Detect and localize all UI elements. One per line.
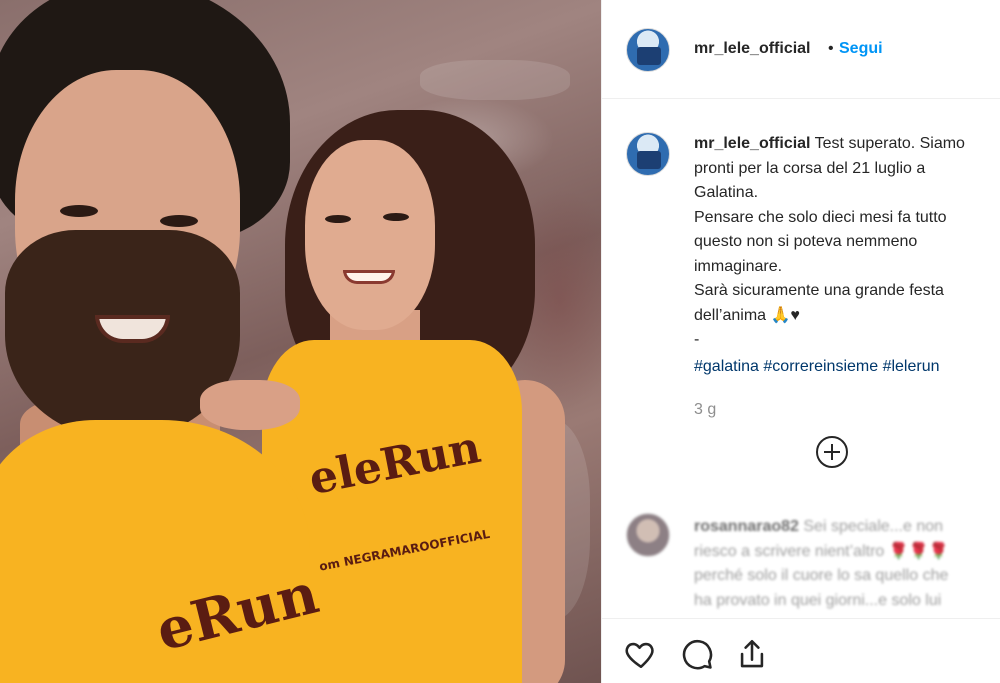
wall-texture — [420, 60, 570, 100]
comment-body: rosannarao82 Sei speciale...e non riesco… — [694, 515, 1000, 613]
hashtag-link[interactable]: #galatina — [694, 358, 759, 375]
header-username[interactable]: mr_lele_official — [694, 40, 811, 58]
woman-eye — [383, 213, 409, 221]
follow-button[interactable]: Segui — [839, 40, 883, 58]
post-header: mr_lele_official • Segui — [602, 0, 1000, 99]
comment-username[interactable]: rosannarao82 — [694, 518, 799, 535]
woman-eye — [325, 215, 351, 223]
woman-hand — [200, 380, 300, 430]
commenter-avatar[interactable] — [626, 513, 670, 557]
comment-item: rosannarao82 Sei speciale...e non riesco… — [602, 505, 1000, 615]
post-timestamp[interactable]: 3 g — [694, 401, 716, 419]
caption-username[interactable]: mr_lele_official — [694, 135, 811, 152]
woman-smile — [343, 270, 395, 284]
man-eye — [60, 205, 98, 217]
comment-icon[interactable] — [680, 637, 714, 671]
post-sidebar: mr_lele_official • Segui mr_lele_officia… — [601, 0, 1000, 683]
caption-avatar[interactable] — [626, 132, 670, 176]
action-bar — [602, 618, 1000, 683]
hashtag-list: #galatina #correreinsieme #lelerun — [694, 355, 940, 379]
man-shirt — [0, 420, 310, 683]
hashtag-link[interactable]: #lelerun — [883, 358, 940, 375]
heart-icon[interactable] — [624, 637, 658, 671]
separator-dot: • — [828, 40, 834, 57]
caption-text: Test superato. Siamo pronti per la corsa… — [694, 135, 965, 348]
load-more-comments-icon[interactable] — [816, 436, 848, 468]
post-caption: mr_lele_official Test superato. Siamo pr… — [694, 132, 1000, 353]
profile-avatar[interactable] — [626, 28, 670, 72]
man-eye — [160, 215, 198, 227]
share-icon[interactable] — [735, 637, 769, 671]
post-photo[interactable]: eleRun om NEGRAMAROOFFICIAL eRun — [0, 0, 601, 683]
woman-face — [305, 140, 435, 330]
hashtag-link[interactable]: #correreinsieme — [763, 358, 878, 375]
